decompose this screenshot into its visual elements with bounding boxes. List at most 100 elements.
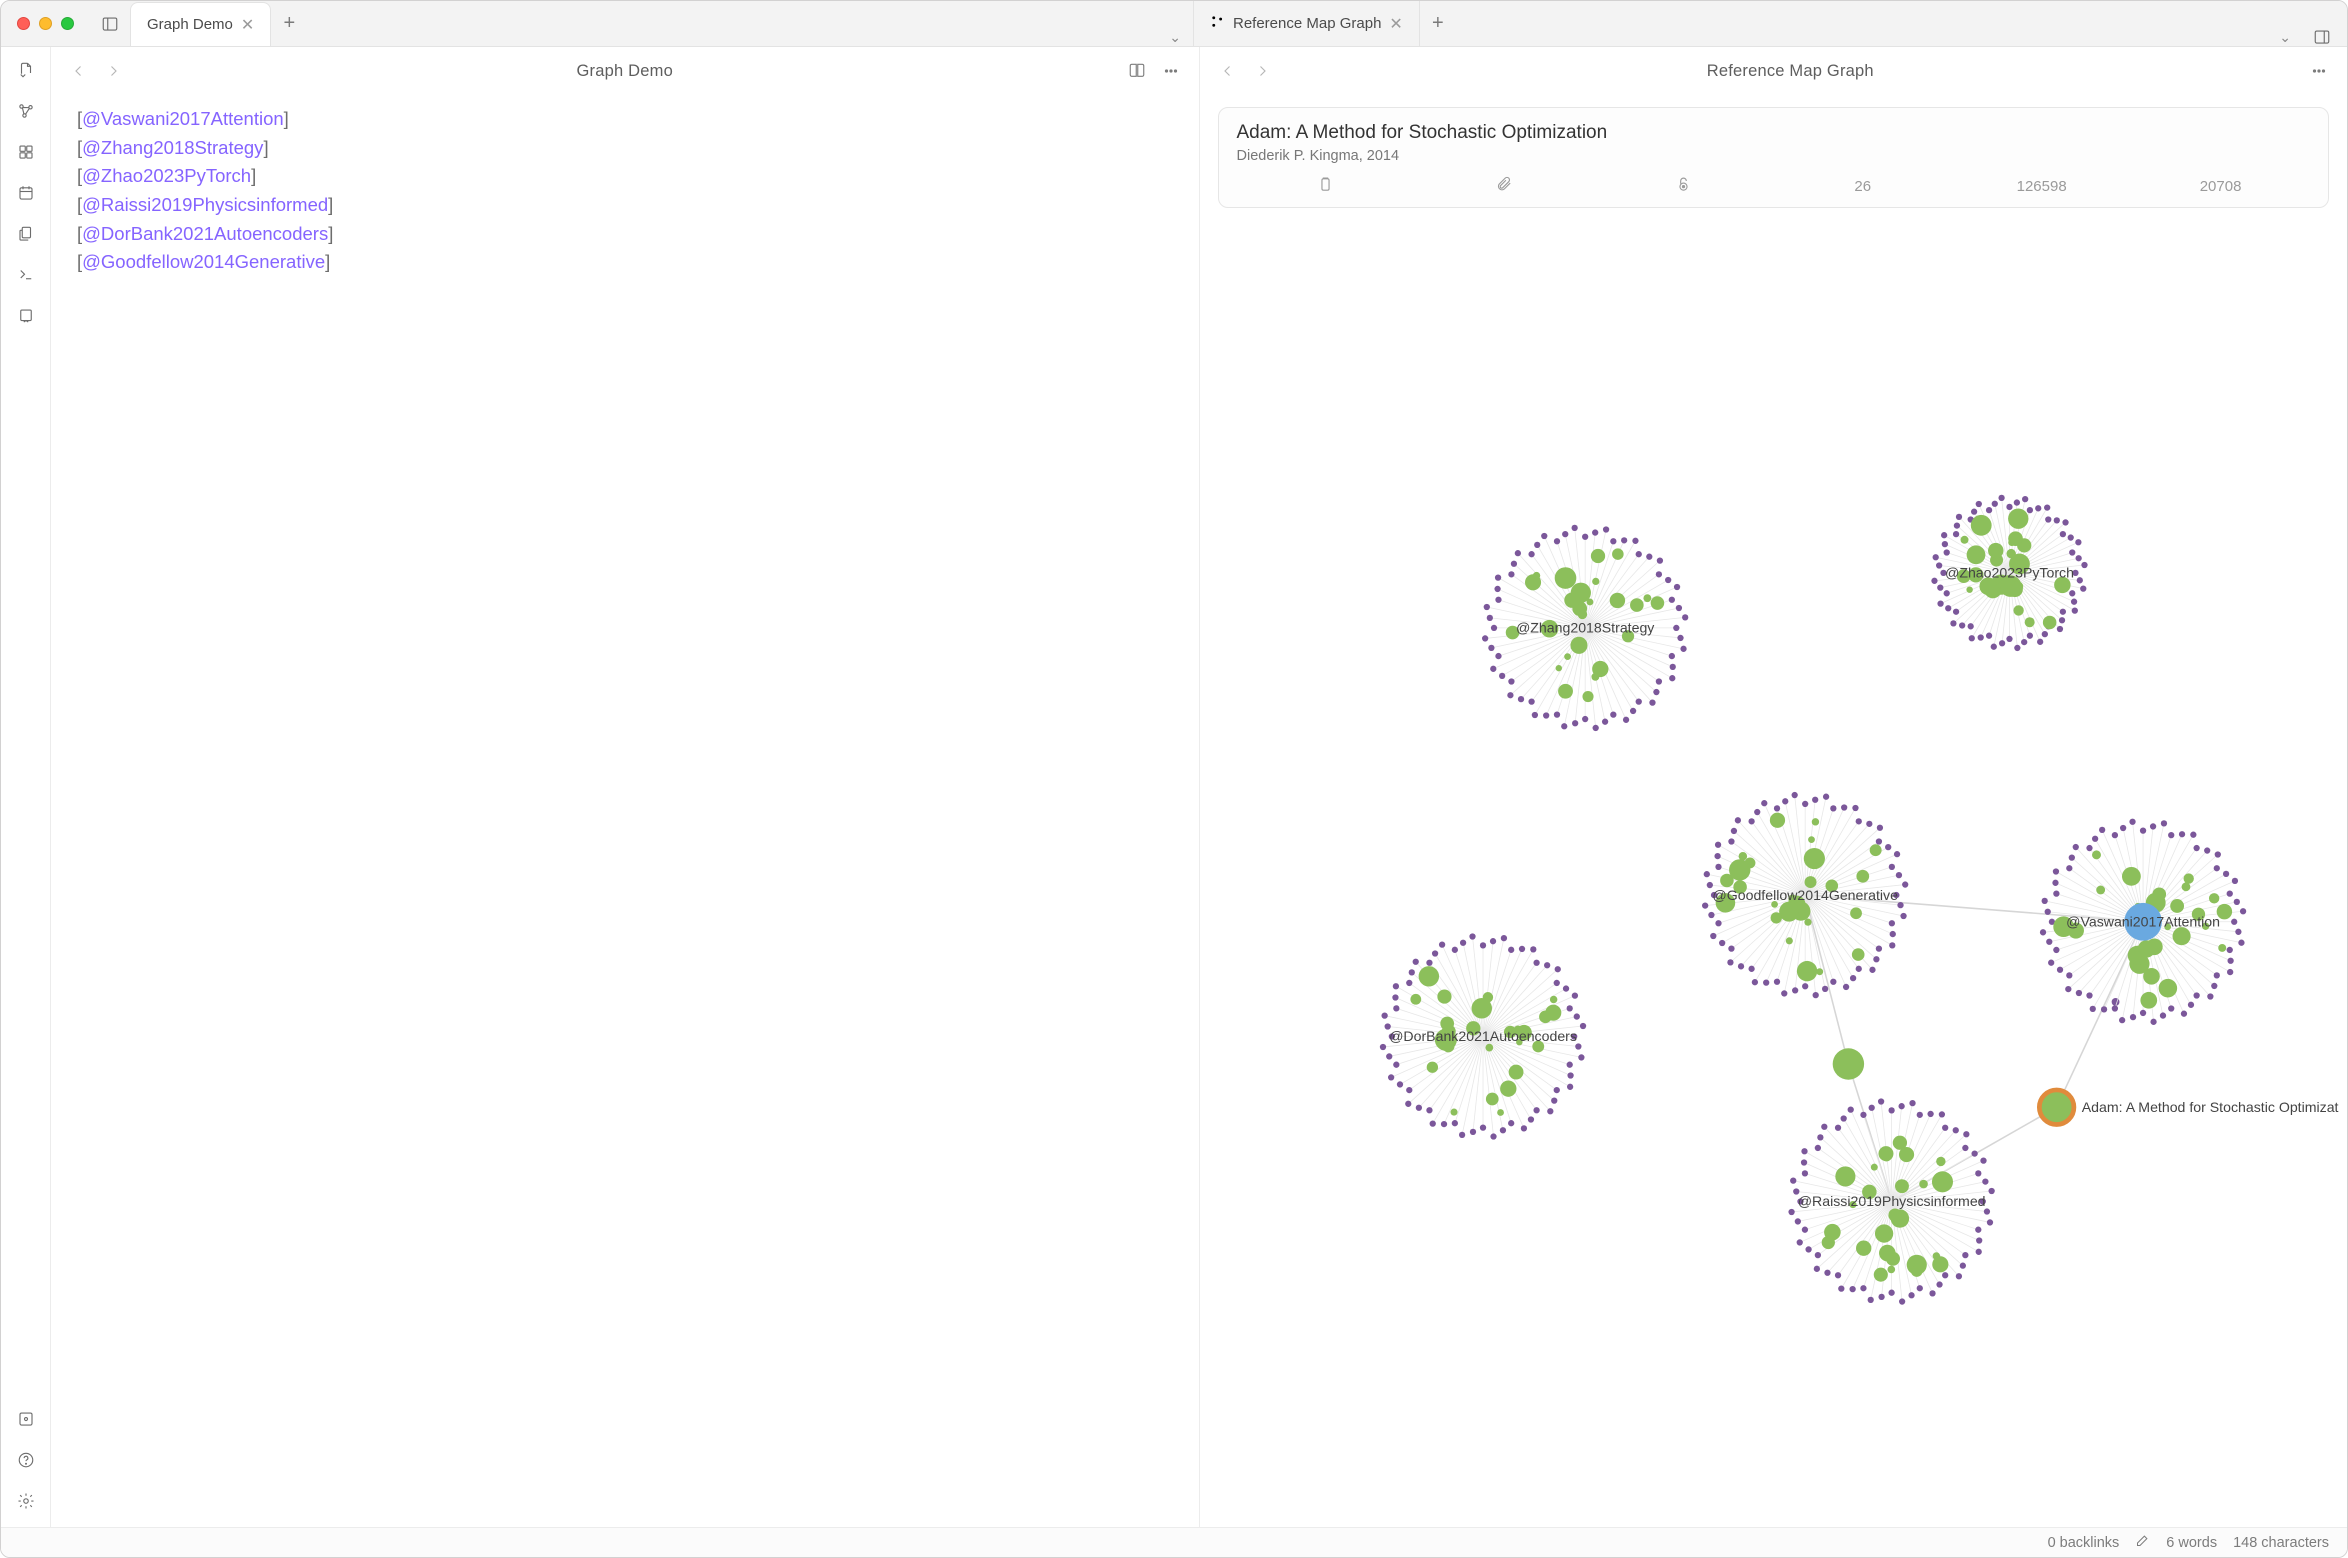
citekey[interactable]: @Goodfellow2014Generative (82, 251, 325, 272)
arrow-left-icon (1219, 62, 1237, 80)
sidebar-left-icon (101, 15, 119, 33)
tab-title: Reference Map Graph (1233, 15, 1381, 32)
calendar-icon (17, 184, 35, 202)
reference-line[interactable]: [@Zhang2018Strategy] (77, 134, 1173, 163)
reference-line[interactable]: [@Goodfellow2014Generative] (77, 248, 1173, 277)
help-button[interactable] (17, 1451, 35, 1472)
graph-node-label: @Goodfellow2014Generative (1712, 887, 1898, 903)
window-controls (1, 1, 90, 46)
status-chars[interactable]: 148 characters (2233, 1535, 2329, 1551)
status-bar: 0 backlinks 6 words 148 characters (1, 1527, 2347, 1557)
settings-button[interactable] (17, 1492, 35, 1513)
right-pane-toolbar: Reference Map Graph (1200, 47, 2348, 95)
paper-author-year: Diederik P. Kingma, 2014 (1237, 148, 2311, 164)
terminal-icon (17, 266, 35, 284)
paper-info-card: Adam: A Method for Stochastic Optimizati… (1218, 107, 2330, 208)
edit-mode-button[interactable] (2135, 1533, 2150, 1552)
reference-list: [@Vaswani2017Attention][@Zhang2018Strate… (51, 95, 1199, 287)
reference-line[interactable]: [@Zhao2023PyTorch] (77, 162, 1173, 191)
more-options-button[interactable] (2305, 57, 2333, 85)
nav-back-button[interactable] (65, 57, 93, 85)
open-access-icon (1675, 176, 1692, 193)
title-bar: Graph Demo ✕ + ⌄ Reference Map Graph ✕ +… (1, 1, 2347, 47)
arrow-left-icon (70, 62, 88, 80)
citekey[interactable]: @Vaswani2017Attention (82, 108, 284, 129)
book-icon (1128, 62, 1146, 80)
nav-forward-button[interactable] (99, 57, 127, 85)
left-tab-strip: Graph Demo ✕ + ⌄ (130, 1, 1193, 46)
quick-switcher-button[interactable] (17, 61, 35, 82)
reading-mode-button[interactable] (1123, 57, 1151, 85)
new-tab-button-right[interactable]: + (1420, 1, 1456, 46)
reference-line[interactable]: [@Vaswani2017Attention] (77, 105, 1173, 134)
citekey[interactable]: @Zhang2018Strategy (82, 137, 263, 158)
graph-canvas[interactable]: @Zhang2018Strategy @Zhao2023PyTorch @Goodf… (1208, 216, 2340, 1527)
templates-button[interactable] (17, 225, 35, 246)
paper-stat-2: 126598 (1952, 178, 2131, 195)
status-backlinks[interactable]: 0 backlinks (2048, 1535, 2120, 1551)
left-pane: Graph Demo [@Vaswani2017Attention][@Zhan… (51, 47, 1200, 1527)
reference-line[interactable]: [@Raissi2019Physicsinformed] (77, 191, 1173, 220)
slides-button[interactable] (17, 307, 35, 328)
pane-title[interactable]: Graph Demo (133, 62, 1117, 81)
tab-overflow-button-left[interactable]: ⌄ (1157, 29, 1193, 46)
citekey[interactable]: @Raissi2019Physicsinformed (82, 194, 328, 215)
toggle-left-sidebar-button[interactable] (90, 1, 130, 46)
graph-node-label: @Vaswani2017Attention (2066, 914, 2220, 930)
pencil-icon (2135, 1533, 2150, 1548)
toggle-right-sidebar-button[interactable] (2307, 28, 2337, 46)
minimize-window-button[interactable] (39, 17, 52, 30)
gear-icon (17, 1492, 35, 1510)
new-tab-button-left[interactable]: + (271, 1, 307, 46)
documents-icon (17, 225, 35, 243)
reference-line[interactable]: [@DorBank2021Autoencoders] (77, 220, 1173, 249)
more-horizontal-icon (2310, 62, 2328, 80)
right-tab-strip: Reference Map Graph ✕ + ⌄ (1194, 1, 2347, 46)
close-window-button[interactable] (17, 17, 30, 30)
nav-forward-button[interactable] (1248, 57, 1276, 85)
graph-node-label: @Zhang2018Strategy (1515, 620, 1654, 636)
paperclip-icon (1496, 176, 1513, 193)
close-tab-icon[interactable]: ✕ (241, 15, 254, 35)
copy-button[interactable] (1237, 176, 1416, 197)
status-words[interactable]: 6 words (2166, 1535, 2217, 1551)
paper-stat-1: 26 (1773, 178, 1952, 195)
right-pane: Reference Map Graph Adam: A Method for S… (1200, 47, 2348, 1527)
tab-graph-demo[interactable]: Graph Demo ✕ (130, 2, 271, 46)
close-tab-icon[interactable]: ✕ (1389, 14, 1402, 34)
git-branch-icon (1210, 14, 1225, 33)
left-rail (1, 47, 51, 1527)
canvas-button[interactable] (17, 143, 35, 164)
attachment-button[interactable] (1415, 176, 1594, 197)
vault-button[interactable] (17, 1410, 35, 1431)
grid-icon (17, 143, 35, 161)
more-horizontal-icon (1162, 62, 1180, 80)
more-options-button[interactable] (1157, 57, 1185, 85)
sidebar-right-icon (2313, 28, 2331, 46)
paper-title: Adam: A Method for Stochastic Optimizati… (1237, 122, 2311, 144)
graph-node-label: @Raissi2019Physicsinformed (1797, 1193, 1985, 1209)
nav-back-button[interactable] (1214, 57, 1242, 85)
daily-notes-button[interactable] (17, 184, 35, 205)
graph-node-label: @DorBank2021Autoencoders (1389, 1028, 1577, 1044)
command-palette-button[interactable] (17, 266, 35, 287)
file-swap-icon (17, 61, 35, 79)
zoom-window-button[interactable] (61, 17, 74, 30)
graph-node-label: @Zhao2023PyTorch (1944, 565, 2073, 581)
clipboard-icon (1317, 176, 1334, 193)
graph-selected-node-label: Adam: A Method for Stochastic Optimizati… (2081, 1099, 2339, 1115)
graph-icon (17, 102, 35, 120)
tab-reference-map-graph[interactable]: Reference Map Graph ✕ (1194, 1, 1420, 46)
paper-stat-3: 20708 (2131, 178, 2310, 195)
citekey[interactable]: @Zhao2023PyTorch (82, 165, 251, 186)
open-access-indicator[interactable] (1594, 176, 1773, 197)
arrow-right-icon (104, 62, 122, 80)
graph-view-button[interactable] (17, 102, 35, 123)
pane-title[interactable]: Reference Map Graph (1282, 62, 2300, 81)
citekey[interactable]: @DorBank2021Autoencoders (82, 223, 328, 244)
vault-icon (17, 1410, 35, 1428)
left-pane-toolbar: Graph Demo (51, 47, 1199, 95)
presentation-icon (17, 307, 35, 325)
tab-overflow-button-right[interactable]: ⌄ (2267, 29, 2303, 46)
tab-title: Graph Demo (147, 16, 233, 33)
